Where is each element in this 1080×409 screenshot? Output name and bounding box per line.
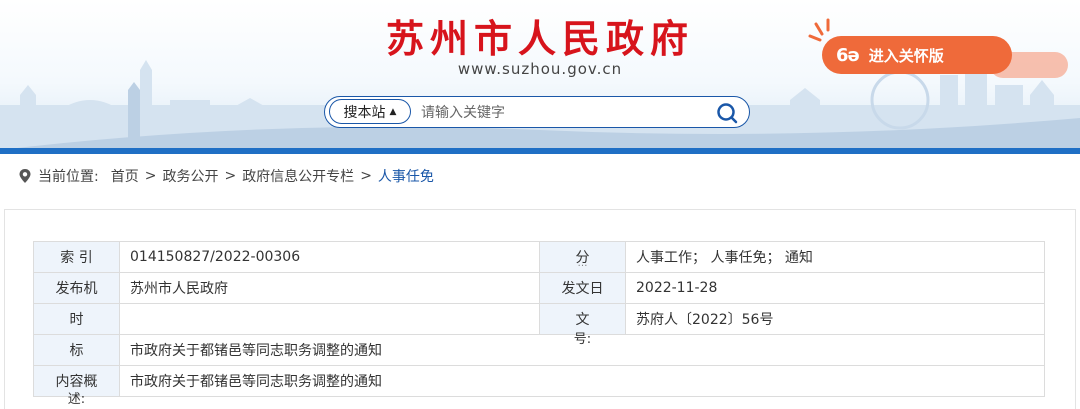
breadcrumb-label: 当前位置:: [38, 169, 99, 185]
index-label: 索 引: [33, 241, 120, 273]
search-scope-label: 搜本站: [343, 104, 386, 121]
time-value: [119, 303, 540, 335]
time-label: 时: [33, 303, 120, 335]
table-row: 时 文 号: 苏府人〔2022〕56号: [33, 303, 1045, 347]
care-mode-label: 进入关怀版: [868, 46, 944, 65]
search-scope-select[interactable]: 搜本站 ▲: [329, 99, 411, 124]
category-value: 人事工作； 人事任免； 通知: [625, 241, 1045, 273]
summary-label-tail: 述:: [67, 392, 86, 407]
header-divider: [0, 148, 1080, 154]
breadcrumb: 当前位置: 首页 > 政务公开 > 政府信息公开专栏 > 人事任免: [18, 166, 434, 186]
index-value: 014150827/2022-00306: [119, 241, 540, 273]
breadcrumb-info-column[interactable]: 政府信息公开专栏: [242, 166, 354, 186]
table-row: 标 市政府关于都锗邑等同志职务调整的通知: [33, 334, 1045, 366]
location-pin-icon: [19, 169, 31, 183]
site-header: 苏州市人民政府 www.suzhou.gov.cn 6ə 进入关怀版 搜本站 ▲: [0, 0, 1080, 150]
title-label: 标: [33, 334, 120, 366]
summary-label: 内容概 述:: [33, 365, 120, 407]
search-input[interactable]: [419, 101, 703, 125]
breadcrumb-gov-affairs[interactable]: 政务公开: [162, 166, 218, 186]
glasses-icon: 6ə: [836, 44, 860, 66]
date-value: 2022-11-28: [625, 272, 1045, 304]
caret-up-icon: ▲: [389, 106, 397, 117]
care-mode-button[interactable]: 6ə 进入关怀版: [822, 36, 1012, 74]
summary-value: 市政府关于都锗邑等同志职务调整的通知: [119, 365, 1045, 397]
breadcrumb-separator: >: [144, 168, 157, 184]
publisher-label: 发布机: [33, 272, 120, 304]
doc-number-label: 文 号:: [539, 303, 626, 347]
breadcrumb-home[interactable]: 首页: [111, 166, 139, 186]
breadcrumb-separator: >: [224, 168, 237, 184]
doc-number-value: 苏府人〔2022〕56号: [625, 303, 1045, 335]
category-label: 分 …: [539, 241, 626, 273]
publisher-value: 苏州市人民政府: [119, 272, 540, 304]
search-icon[interactable]: [715, 101, 739, 125]
table-row: 发布机 苏州市人民政府 发文日 2022-11-28: [33, 272, 1045, 304]
date-label: 发文日: [539, 272, 626, 304]
breadcrumb-current[interactable]: 人事任免: [378, 166, 434, 186]
site-search-bar: 搜本站 ▲: [324, 96, 750, 128]
breadcrumb-separator: >: [360, 168, 372, 184]
document-info-table: 索 引 014150827/2022-00306 分 … 人事工作； 人事任免；…: [33, 241, 1045, 407]
title-value: 市政府关于都锗邑等同志职务调整的通知: [119, 334, 1045, 366]
table-row: 内容概 述: 市政府关于都锗邑等同志职务调整的通知: [33, 365, 1045, 407]
table-row: 索 引 014150827/2022-00306 分 … 人事工作； 人事任免；…: [33, 241, 1045, 273]
